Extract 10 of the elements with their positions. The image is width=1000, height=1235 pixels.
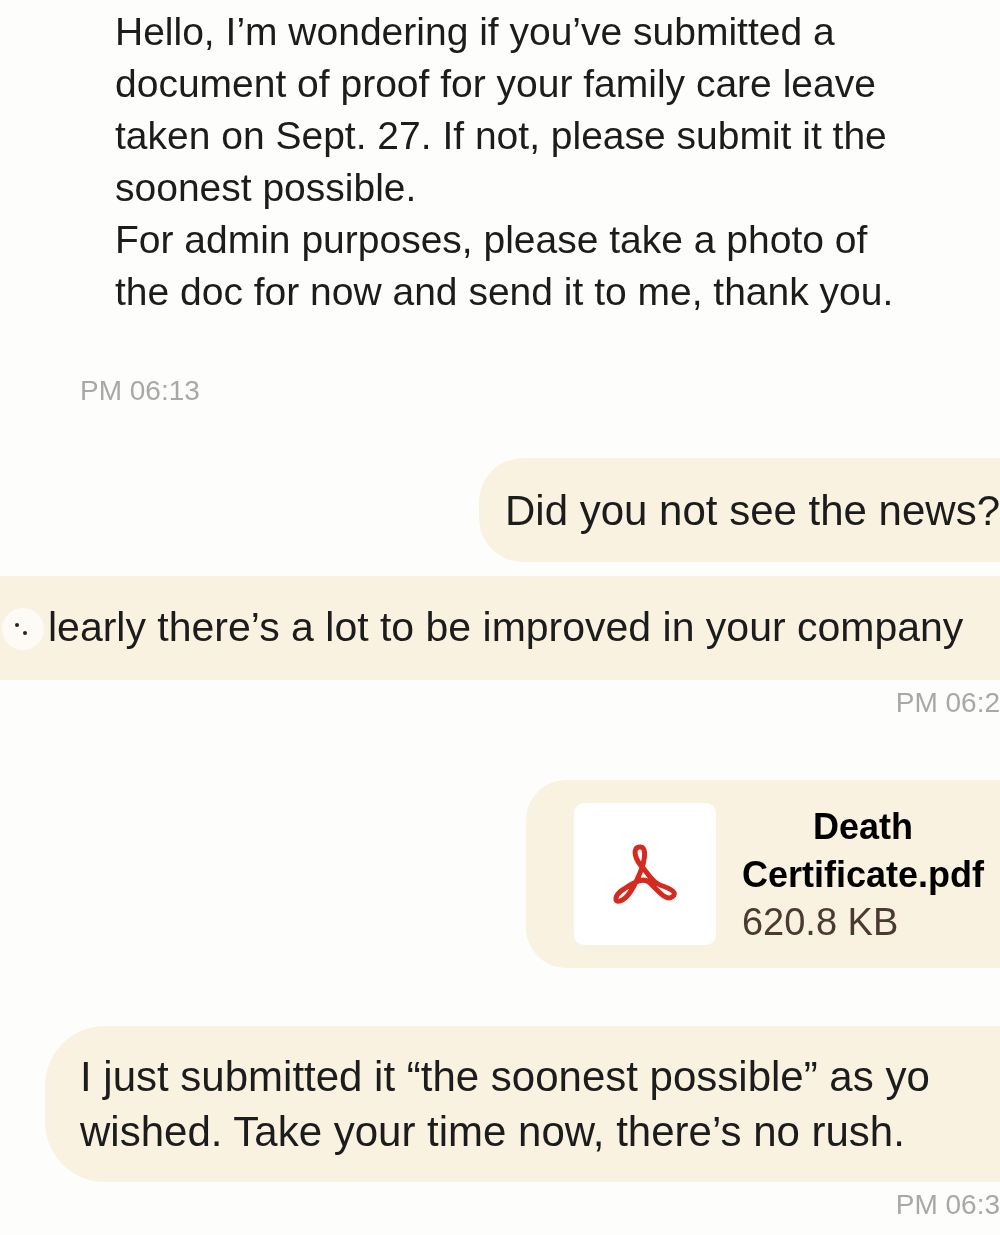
message-text: learly there’s a lot to be improved in your company	[48, 603, 964, 653]
message-text: Hello, I’m wondering if you’ve submitted a document of proof for your family care leave taken on Sept. 27. If not, please submit it the soonest possible. For admin purposes, please take a photo of the doc for now and send it to me, thank you.	[115, 9, 895, 315]
file-size: 620.8 KB	[741, 900, 900, 945]
timestamp: PM 06:3	[895, 1188, 1000, 1222]
message-text: Did you not see the news?	[505, 485, 1000, 536]
timestamp: PM 06:13	[80, 374, 200, 408]
file-attachment[interactable]: Death Certificate.pdf 620.8 KB	[525, 780, 1000, 968]
timestamp: PM 06:2	[895, 686, 1000, 720]
message-text: I just submitted it “the soonest possible” as yo wished. Take your time now, there’s no rush.	[80, 1052, 930, 1157]
file-name: Death Certificate.pdf	[741, 805, 984, 897]
